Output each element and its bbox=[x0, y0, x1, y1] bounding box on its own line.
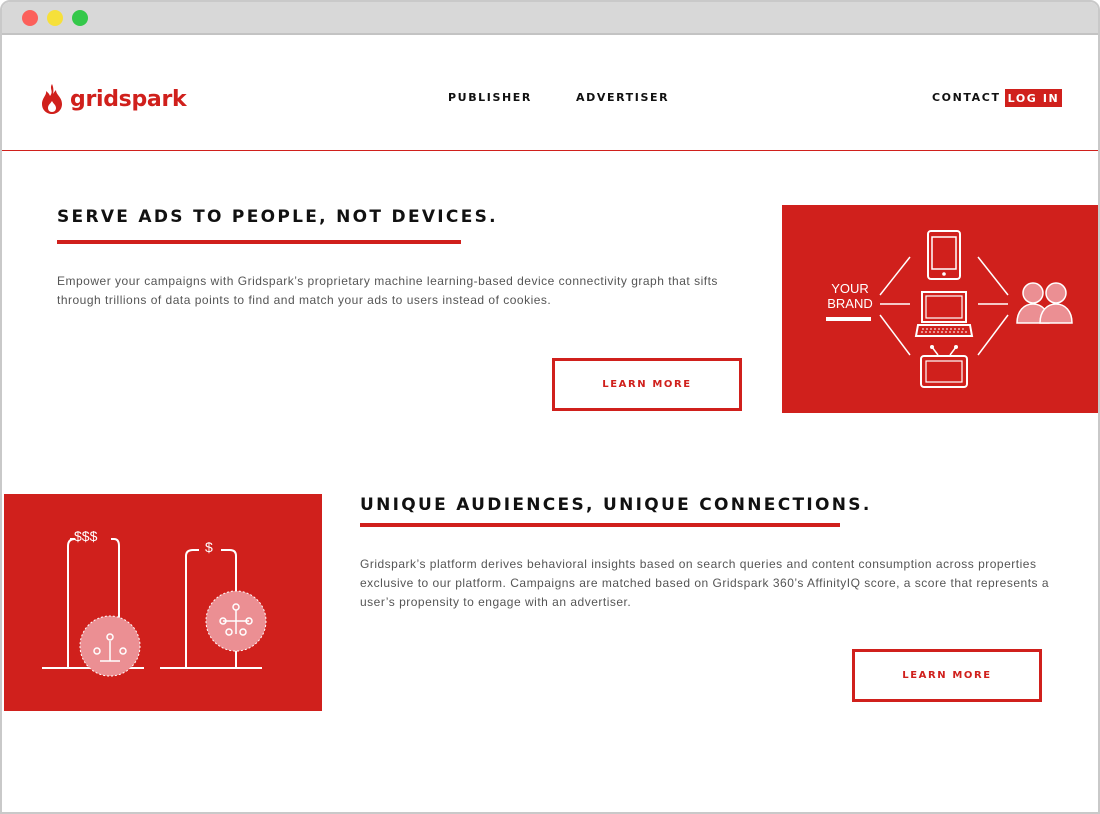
nav-advertiser-link[interactable]: ADVERTISER bbox=[576, 91, 669, 104]
audience-value-lines bbox=[42, 538, 262, 669]
maximize-window-button[interactable] bbox=[72, 10, 88, 26]
close-window-button[interactable] bbox=[22, 10, 38, 26]
browser-window: gridspark PUBLISHER ADVERTISER CONTACT L… bbox=[0, 0, 1100, 814]
section1-body: Empower your campaigns with Gridspark’s … bbox=[57, 274, 718, 307]
section2-body: Gridspark’s platform derives behavioral … bbox=[360, 557, 1050, 609]
audience-value-illustration: $$$ $ bbox=[4, 494, 322, 711]
flame-icon bbox=[42, 84, 62, 114]
section1-learn-more-button[interactable]: LEARN MORE bbox=[552, 358, 742, 411]
section2-headline: UNIQUE AUDIENCES, UNIQUE CONNECTIONS. bbox=[360, 495, 872, 515]
window-titlebar bbox=[2, 2, 1098, 35]
audience-badge-icon bbox=[205, 590, 267, 652]
laptop-icon bbox=[914, 291, 974, 337]
section1-underline bbox=[57, 240, 461, 244]
audience-badge-icon bbox=[79, 615, 141, 677]
minimize-window-button[interactable] bbox=[47, 10, 63, 26]
brand-name: gridspark bbox=[70, 86, 187, 112]
nav-publisher-link[interactable]: PUBLISHER bbox=[448, 91, 532, 104]
device-graph-illustration: YOUR BRAND bbox=[782, 205, 1098, 413]
section1-headline: SERVE ADS TO PEOPLE, NOT DEVICES. bbox=[57, 207, 498, 227]
tv-icon bbox=[920, 345, 968, 388]
brand-logo[interactable]: gridspark bbox=[40, 81, 187, 117]
section2-underline bbox=[360, 523, 840, 527]
section2-learn-more-button[interactable]: LEARN MORE bbox=[852, 649, 1042, 702]
tablet-icon bbox=[927, 230, 961, 280]
login-button[interactable]: LOG IN bbox=[1005, 89, 1062, 107]
site-header: gridspark PUBLISHER ADVERTISER CONTACT L… bbox=[2, 37, 1098, 151]
users-icon bbox=[1016, 282, 1073, 324]
nav-contact-link[interactable]: CONTACT bbox=[932, 91, 1001, 104]
